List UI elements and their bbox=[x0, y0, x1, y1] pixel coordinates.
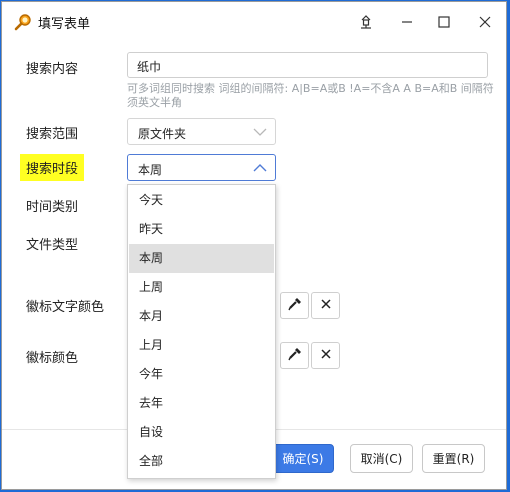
eyedropper-button[interactable] bbox=[280, 292, 309, 319]
period-option[interactable]: 去年 bbox=[129, 389, 274, 418]
search-period-value: 本周 bbox=[138, 163, 163, 177]
period-option[interactable]: 本月 bbox=[129, 302, 274, 331]
eyedropper-icon bbox=[287, 297, 302, 315]
search-content-label: 搜索内容 bbox=[26, 62, 79, 77]
maximize-button[interactable] bbox=[433, 11, 455, 33]
reset-button[interactable]: 重置(R) bbox=[422, 444, 485, 473]
search-period-label: 搜索时段 bbox=[20, 154, 85, 181]
badge-color-label: 徽标颜色 bbox=[26, 351, 79, 366]
file-type-label: 文件类型 bbox=[26, 238, 79, 253]
period-option[interactable]: 今天 bbox=[129, 186, 274, 215]
confirm-button[interactable]: 确定(S) bbox=[272, 444, 334, 473]
search-scope-value: 原文件夹 bbox=[138, 127, 187, 141]
period-option[interactable]: 本周 bbox=[129, 244, 274, 273]
period-option[interactable]: 今年 bbox=[129, 360, 274, 389]
search-scope-label: 搜索范围 bbox=[26, 127, 79, 142]
title-bar: 填写表单 bbox=[2, 2, 506, 40]
eyedropper-button[interactable] bbox=[280, 342, 309, 369]
form-dialog: 填写表单 搜索内容 纸巾 可多词组同时搜索 词组的间隔符: A|B=A或B !A… bbox=[1, 1, 507, 490]
period-option[interactable]: 全部 bbox=[129, 447, 274, 476]
search-period-select[interactable]: 本周 bbox=[127, 154, 276, 181]
period-dropdown-list: 今天 昨天 本周 上周 本月 上月 今年 去年 自设 全部 bbox=[127, 184, 276, 479]
clear-color-button[interactable] bbox=[311, 292, 340, 319]
period-option[interactable]: 昨天 bbox=[129, 215, 274, 244]
search-syntax-hint: 可多词组同时搜索 词组的间隔符: A|B=A或B !A=不含A A B=A和B … bbox=[127, 82, 494, 109]
eyedropper-icon bbox=[287, 347, 302, 365]
pin-icon[interactable] bbox=[355, 11, 377, 33]
time-type-label: 时间类别 bbox=[26, 200, 79, 215]
magnifier-app-icon bbox=[14, 13, 32, 31]
period-option[interactable]: 上周 bbox=[129, 273, 274, 302]
close-icon bbox=[320, 298, 331, 313]
search-content-input[interactable]: 纸巾 bbox=[127, 52, 488, 78]
minimize-button[interactable] bbox=[396, 11, 418, 33]
period-option[interactable]: 上月 bbox=[129, 331, 274, 360]
chevron-up-icon bbox=[253, 162, 267, 172]
period-option[interactable]: 自设 bbox=[129, 418, 274, 447]
badge-text-color-label: 徽标文字颜色 bbox=[26, 300, 105, 315]
window-title: 填写表单 bbox=[38, 17, 91, 32]
search-scope-select[interactable]: 原文件夹 bbox=[127, 118, 276, 145]
close-button[interactable] bbox=[474, 11, 496, 33]
clear-color-button[interactable] bbox=[311, 342, 340, 369]
chevron-down-icon bbox=[253, 126, 267, 136]
cancel-button[interactable]: 取消(C) bbox=[350, 444, 413, 473]
close-icon bbox=[320, 348, 331, 363]
